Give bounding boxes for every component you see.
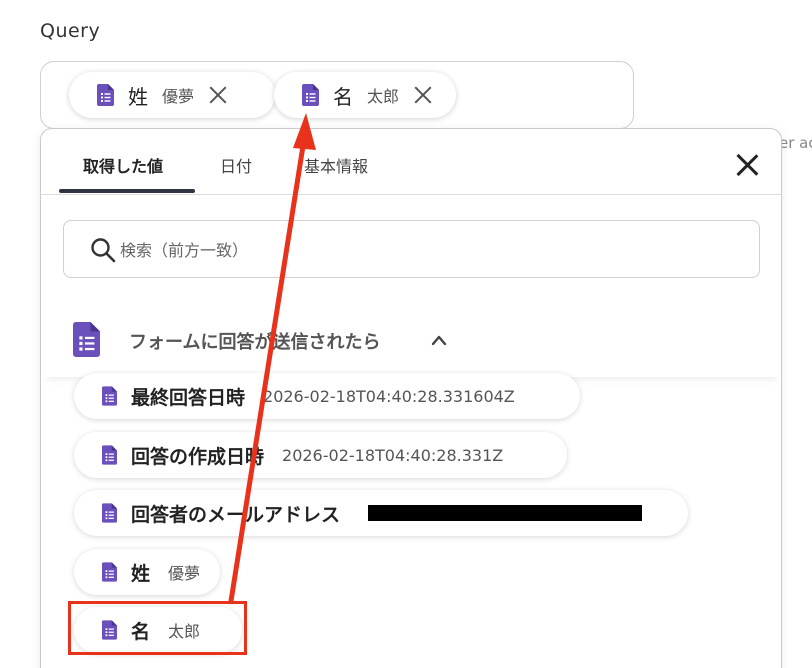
search-input[interactable] [120,235,720,265]
tab-date[interactable]: 日付 [220,153,252,177]
query-chip-sei[interactable]: 姓 優夢 [69,72,275,118]
field-name: 回答者のメールアドレス [131,503,341,526]
section-header[interactable]: フォームに回答が送信されたら [41,303,781,377]
doc-icon [73,321,100,358]
chip-value: 太郎 [367,87,400,106]
section-title: フォームに回答が送信されたら [129,332,381,353]
close-icon[interactable] [413,85,433,105]
field-name: 姓 [131,562,151,585]
field-last-answered[interactable]: 最終回答日時 2026-02-18T04:40:28.331604Z [74,373,580,419]
redacted-value [368,505,643,521]
field-value: 優夢 [168,564,201,583]
field-created-at[interactable]: 回答の作成日時 2026-02-18T04:40:28.331Z [74,432,567,478]
active-tab-indicator [59,189,195,193]
query-input[interactable]: 姓 優夢 名 太郎 [40,61,634,129]
field-sei[interactable]: 姓 優夢 [74,549,220,595]
search-box [63,220,760,278]
doc-icon [102,562,117,582]
chip-name: 名 [333,84,353,109]
helper-text: er ac [779,134,812,152]
field-value: 2026-02-18T04:40:28.331Z [282,445,504,465]
query-label: Query [40,20,101,42]
field-name: 最終回答日時 [131,386,246,409]
chevron-up-icon[interactable] [431,334,447,346]
field-name: 回答の作成日時 [131,445,265,468]
field-value: 2026-02-18T04:40:28.331604Z [263,386,515,406]
doc-icon [102,386,117,406]
query-chip-mei[interactable]: 名 太郎 [274,72,456,118]
doc-icon [97,84,114,106]
chip-value: 優夢 [162,87,195,106]
chip-name: 姓 [128,84,148,109]
doc-icon [102,503,117,523]
search-icon [91,238,116,263]
tab-basic-info[interactable]: 基本情報 [304,153,368,177]
tab-bar: 取得した値 日付 基本情報 [41,129,781,195]
doc-icon [102,445,117,465]
tab-retrieved-values[interactable]: 取得した値 [83,153,163,177]
value-picker-panel: 取得した値 日付 基本情報 フォームに回答が送信されたら 最終回答日時 2026… [40,128,782,668]
close-icon[interactable] [208,85,228,105]
doc-icon [302,84,319,106]
field-respondent-email[interactable]: 回答者のメールアドレス [74,490,688,536]
highlight-box [68,601,247,655]
close-icon[interactable] [735,153,759,177]
